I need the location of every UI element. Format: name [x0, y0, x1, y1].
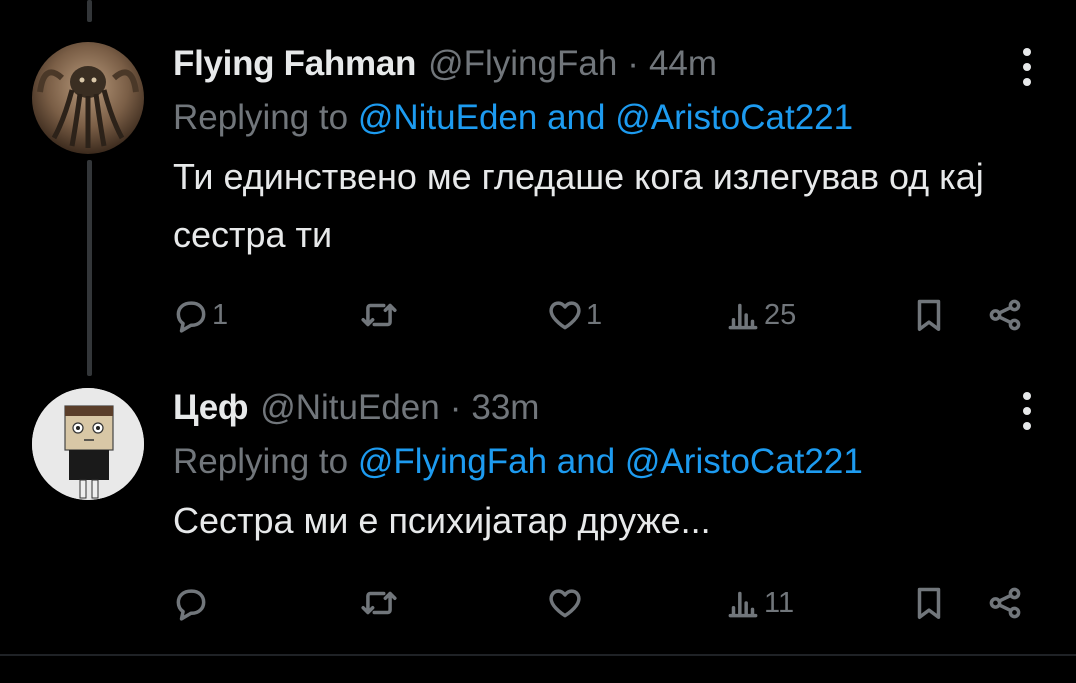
- reply-icon: [176, 301, 206, 333]
- mention-conjunction: and: [547, 98, 606, 137]
- bookmark-button[interactable]: [910, 578, 948, 628]
- share-icon: [989, 299, 1021, 331]
- mention-conjunction: and: [556, 442, 616, 481]
- avatar[interactable]: [32, 388, 144, 500]
- mention-link[interactable]: @AristoCat221: [625, 442, 863, 481]
- views-count: 25: [764, 298, 797, 331]
- tweet-text: Ти единствено ме гледаше кога излегував …: [173, 156, 984, 255]
- tweet[interactable]: Цеф @NituEden · 33m Replying to @FlyingF…: [0, 380, 1076, 660]
- views-count: 11: [764, 586, 795, 619]
- more-icon[interactable]: [1018, 44, 1036, 90]
- views-icon: [728, 303, 758, 330]
- tweet-actions: 1 1 25: [0, 290, 1076, 340]
- handle[interactable]: @FlyingFah: [428, 44, 617, 84]
- separator-dot: ·: [449, 388, 462, 427]
- display-name[interactable]: Цеф: [173, 388, 248, 428]
- display-name[interactable]: Flying Fahman: [173, 44, 416, 84]
- separator-dot: ·: [627, 44, 639, 83]
- replying-to: Replying to @FlyingFah and @AristoCat221: [173, 440, 1046, 484]
- share-button[interactable]: [986, 578, 1024, 628]
- repost-icon: [361, 591, 397, 615]
- handle[interactable]: @NituEden: [260, 388, 440, 428]
- divider: [0, 654, 1076, 656]
- share-icon: [989, 587, 1021, 619]
- timestamp[interactable]: 44m: [649, 44, 717, 84]
- cthulhu-avatar-icon: [32, 42, 144, 154]
- avatar[interactable]: [32, 42, 144, 154]
- reply-button[interactable]: 1: [172, 290, 228, 340]
- repost-icon: [361, 303, 397, 327]
- bookmark-button[interactable]: [910, 290, 948, 340]
- like-button[interactable]: [546, 578, 586, 628]
- tweet-header: Flying Fahman @FlyingFah · 44m: [173, 44, 1046, 84]
- bookmark-icon: [917, 587, 941, 619]
- replying-to: Replying to @NituEden and @AristoCat221: [173, 96, 1046, 140]
- bookmark-icon: [917, 299, 941, 331]
- repost-button[interactable]: [360, 578, 400, 628]
- reply-button[interactable]: [172, 578, 212, 628]
- mention-link[interactable]: @AristoCat221: [615, 98, 853, 137]
- like-icon: [549, 589, 581, 618]
- like-button[interactable]: 1: [546, 290, 602, 340]
- replying-to-label: Replying to: [173, 442, 349, 481]
- share-button[interactable]: [986, 290, 1024, 340]
- views-icon: [728, 591, 758, 618]
- tweet-actions: 11: [0, 578, 1076, 628]
- views-button[interactable]: 25: [724, 290, 796, 340]
- repost-button[interactable]: [360, 290, 400, 340]
- reply-icon: [176, 589, 206, 621]
- tweet-text: Сестра ми е психијатар друже...: [173, 500, 711, 541]
- timestamp[interactable]: 33m: [471, 388, 539, 428]
- replying-to-label: Replying to: [173, 98, 349, 137]
- more-icon[interactable]: [1018, 388, 1036, 434]
- tweet[interactable]: Flying Fahman @FlyingFah · 44m Replying …: [0, 0, 1076, 360]
- mention-link[interactable]: @FlyingFah: [358, 442, 547, 481]
- mention-link[interactable]: @NituEden: [358, 98, 538, 137]
- tweet-header: Цеф @NituEden · 33m: [173, 388, 1046, 428]
- views-button[interactable]: 11: [724, 578, 794, 628]
- cartoon-character-avatar-icon: [32, 388, 144, 500]
- reply-count: 1: [212, 298, 229, 331]
- like-icon: [549, 301, 581, 330]
- like-count: 1: [586, 298, 603, 331]
